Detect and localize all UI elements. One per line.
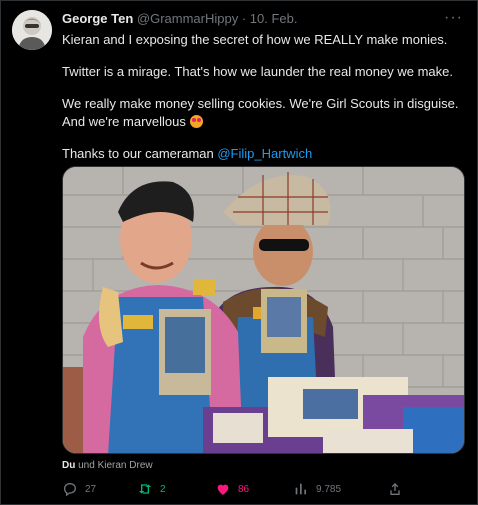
- reply-icon: [63, 482, 77, 497]
- share-icon: [390, 483, 400, 495]
- reply-count: 27: [85, 483, 97, 495]
- avatar[interactable]: [12, 10, 52, 50]
- mention-link[interactable]: @Filip_Hartwich: [217, 146, 312, 161]
- like-button[interactable]: 86: [215, 481, 249, 497]
- tweet-paragraph: Thanks to our cameraman @Filip_Hartwich: [62, 145, 462, 163]
- reply-button[interactable]: 27: [62, 481, 96, 497]
- more-icon[interactable]: ···: [444, 9, 463, 27]
- views-icon: [295, 483, 306, 495]
- tweet-paragraph-text: Thanks to our cameraman: [62, 146, 218, 161]
- tweet-paragraph: Twitter is a mirage. That's how we laund…: [62, 64, 453, 79]
- like-icon: [217, 484, 229, 495]
- tagged-rest: und Kieran Drew: [75, 460, 153, 471]
- tweet-text: Kieran and I exposing the secret of how …: [62, 31, 462, 177]
- repost-icon: [139, 484, 151, 494]
- share-button[interactable]: [387, 481, 403, 497]
- separator-dot: ·: [238, 11, 250, 26]
- tweet-paragraph-text: We really make money selling cookies. We…: [62, 96, 459, 129]
- action-bar: 27 2 86 9.785: [62, 481, 462, 497]
- tagged-people[interactable]: Du und Kieran Drew: [62, 460, 153, 471]
- author-name[interactable]: George Ten: [62, 11, 133, 26]
- tweet-paragraph: We really make money selling cookies. We…: [62, 95, 462, 131]
- views-count: 9.785: [316, 483, 342, 495]
- author-handle[interactable]: @GrammarHippy: [137, 11, 238, 26]
- views-button[interactable]: 9.785: [293, 481, 341, 497]
- tweet-paragraph: Kieran and I exposing the secret of how …: [62, 32, 448, 47]
- repost-count: 2: [160, 483, 166, 495]
- repost-button[interactable]: 2: [137, 481, 166, 497]
- starstruck-emoji-icon: [189, 115, 203, 128]
- tweet-date[interactable]: 10. Feb.: [250, 11, 298, 26]
- like-count: 86: [238, 483, 250, 495]
- tweet-photo[interactable]: [62, 166, 465, 454]
- tweet-card[interactable]: George Ten @GrammarHippy · 10. Feb. ··· …: [0, 0, 478, 505]
- tagged-you: Du: [62, 460, 76, 471]
- tweet-header: George Ten @GrammarHippy · 10. Feb.: [62, 11, 298, 26]
